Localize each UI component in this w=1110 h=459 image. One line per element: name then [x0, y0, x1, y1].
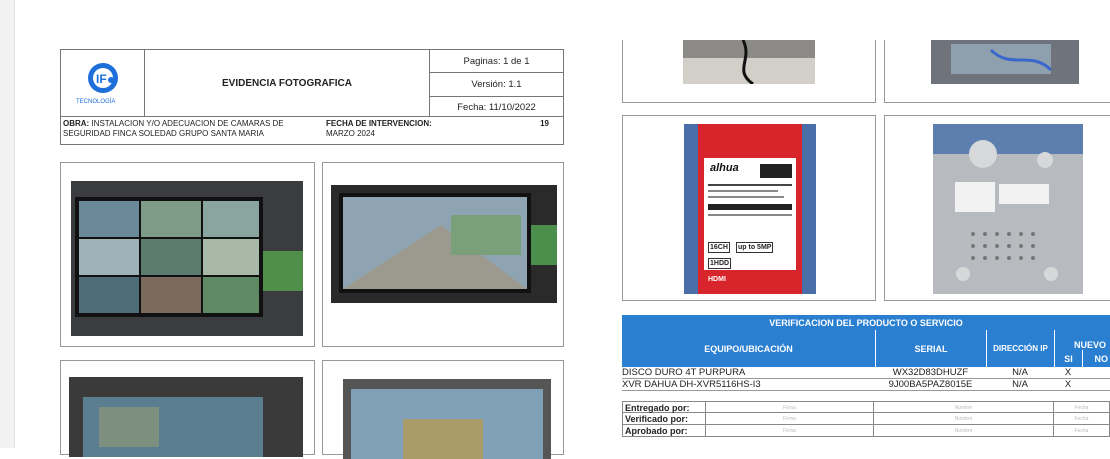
logo-label: TECNOLOGÍA	[76, 99, 116, 105]
svg-text:IF: IF	[96, 72, 107, 86]
box-channels: 16CH	[708, 242, 730, 253]
row-no	[1082, 367, 1110, 379]
obra-label: OBRA:	[63, 119, 90, 128]
photo-frame	[60, 360, 315, 457]
row-no	[1082, 379, 1110, 391]
col-serial: SERIAL	[875, 330, 986, 367]
col-equipo: EQUIPO/UBICACIÓN	[622, 330, 875, 367]
photo-frame	[322, 162, 564, 347]
box-brand: alhua	[710, 162, 739, 174]
row-si: X	[1054, 379, 1082, 391]
photo-monitor-bottom-right	[343, 379, 551, 459]
signoff-firma: Firma	[706, 401, 874, 413]
obra-row: OBRA: INSTALACION Y/O ADECUACION DE CAMA…	[60, 117, 564, 145]
fecha-field: FECHA DE INTERVENCION: MARZO 2024	[326, 119, 526, 139]
version-label: Versión: 1.1	[430, 73, 563, 97]
signoff-fecha: Fecha	[1054, 425, 1110, 437]
date-label: Fecha: 11/10/2022	[457, 102, 536, 114]
row-si: X	[1054, 367, 1082, 379]
verification-title: VERIFICACION DEL PRODUCTO O SERVICIO	[622, 315, 1110, 330]
photo-frame	[884, 40, 1110, 103]
box-hdd: 1HDD	[708, 258, 732, 269]
document-title: EVIDENCIA FOTOGRAFICA	[145, 49, 430, 117]
col-ip: DIRECCIÓN IP	[986, 330, 1054, 367]
row-equipo: DISCO DURO 4T PURPURA	[622, 367, 875, 379]
photo-monitor-bottom-left	[69, 377, 303, 457]
logo-icon: IF	[88, 63, 118, 93]
company-logo: IF TECNOLOGÍA	[60, 49, 145, 117]
photo-frame	[322, 360, 564, 459]
photo-dahua-box: alhua 16CH up to 5MP 1HDD HDMI	[684, 124, 816, 294]
signoff-nombre: Nombre	[874, 401, 1054, 413]
photo-frame	[60, 162, 315, 347]
signoff-nombre: Nombre	[874, 413, 1054, 425]
photo-board	[931, 40, 1079, 84]
signoff-nombre: Nombre	[874, 425, 1054, 437]
row-serial: WX32D83DHUZF	[875, 367, 986, 379]
signoff-label: Aprobado por:	[622, 425, 706, 437]
box-hdmi: HDMI	[708, 276, 726, 283]
row-equipo: XVR DAHUA DH-XVR5116HS-I3	[622, 379, 875, 391]
row-serial: 9J00BA5PAZ8015E	[875, 379, 986, 391]
col-si: SI	[1054, 350, 1082, 367]
signoff-fecha: Fecha	[1054, 401, 1110, 413]
record-number: 19	[540, 119, 549, 128]
photo-monitor-grid	[71, 181, 303, 336]
obra-field: OBRA: INSTALACION Y/O ADECUACION DE CAMA…	[63, 119, 325, 139]
photo-frame	[884, 115, 1110, 301]
signoff-fecha: Fecha	[1054, 413, 1110, 425]
fecha-value: MARZO 2024	[326, 129, 375, 138]
document-meta: Paginas: 1 de 1 Versión: 1.1 Fecha: 11/1…	[430, 49, 564, 117]
box-resolution: up to 5MP	[736, 242, 774, 253]
photo-monitor-walkway	[331, 185, 557, 303]
row-ip: N/A	[986, 379, 1054, 391]
col-nuevo: NUEVO	[1054, 330, 1110, 350]
signoff-label: Verificado por:	[622, 413, 706, 425]
document-header: IF TECNOLOGÍA EVIDENCIA FOTOGRAFICA Pagi…	[60, 49, 564, 145]
signoff-firma: Firma	[706, 413, 874, 425]
row-ip: N/A	[986, 367, 1054, 379]
signoff-label: Entregado por:	[622, 401, 706, 413]
col-no: NO	[1082, 350, 1110, 367]
photo-frame: alhua 16CH up to 5MP 1HDD HDMI	[622, 115, 876, 301]
photo-dvr-bottom	[933, 124, 1083, 294]
viewer-left-scrollbar[interactable]	[0, 0, 15, 448]
obra-value: INSTALACION Y/O ADECUACION DE CAMARAS DE…	[63, 119, 284, 138]
photo-cable	[683, 40, 815, 84]
photo-frame	[622, 40, 876, 103]
fecha-label: FECHA DE INTERVENCION:	[326, 119, 432, 128]
pages-label: Paginas: 1 de 1	[430, 50, 563, 74]
signoff-firma: Firma	[706, 425, 874, 437]
